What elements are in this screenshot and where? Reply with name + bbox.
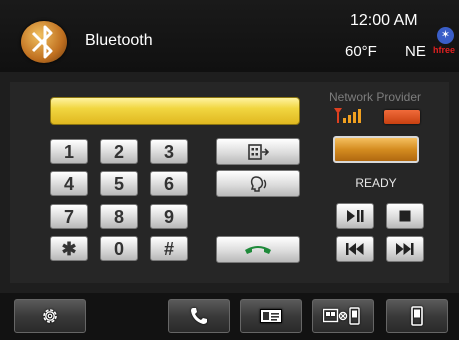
app-logo-icon[interactable] (21, 21, 67, 63)
previous-track-icon (346, 243, 364, 255)
stop-button[interactable] (386, 203, 424, 229)
stop-icon (399, 210, 411, 222)
previous-track-button[interactable] (336, 236, 374, 262)
pairing-tab-button[interactable] (312, 299, 374, 333)
key-7[interactable]: 7 (50, 204, 88, 229)
temperature: 60°F (345, 43, 377, 60)
dial-phone-icon (191, 308, 207, 324)
number-display[interactable] (50, 97, 300, 125)
bluetooth-phone-screen: Bluetooth 12:00 AM 60°F NE ✶ hfree 1 2 3… (0, 0, 459, 340)
bluetooth-status-text: hfree (433, 45, 456, 55)
connection-status: READY (355, 176, 397, 190)
key-hash[interactable]: # (150, 236, 188, 261)
mobile-tab-button[interactable] (386, 299, 448, 333)
mobile-phone-icon (411, 306, 423, 326)
play-pause-button[interactable] (336, 203, 374, 229)
network-provider-label: Network Provider (329, 90, 422, 104)
call-button[interactable] (216, 236, 300, 263)
key-3[interactable]: 3 (150, 139, 188, 164)
contact-card-icon (260, 309, 282, 323)
phonebook-button[interactable] (216, 138, 300, 165)
next-track-button[interactable] (386, 236, 424, 262)
key-0[interactable]: 0 (100, 236, 138, 261)
next-track-icon (396, 243, 414, 255)
key-6[interactable]: 6 (150, 171, 188, 196)
play-pause-icon (347, 210, 364, 222)
call-icon (245, 245, 271, 254)
operator-logo-icon (384, 110, 420, 124)
phonebook-icon (248, 143, 269, 160)
key-2[interactable]: 2 (100, 139, 138, 164)
gear-icon (43, 309, 57, 323)
key-8[interactable]: 8 (100, 204, 138, 229)
voice-dial-button[interactable] (216, 170, 300, 197)
contacts-tab-button[interactable] (240, 299, 302, 333)
app-title: Bluetooth (85, 32, 153, 49)
voice-dial-icon (250, 175, 267, 192)
key-4[interactable]: 4 (50, 171, 88, 196)
device-pairing-icon (323, 307, 360, 325)
operator-display (333, 136, 419, 163)
header-bar: Bluetooth 12:00 AM 60°F NE ✶ hfree (0, 0, 459, 72)
key-1[interactable]: 1 (50, 139, 88, 164)
bluetooth-icon: ✶ (437, 27, 454, 44)
compass-heading: NE (405, 43, 426, 60)
dial-tab-button[interactable] (168, 299, 230, 333)
signal-strength-icon (334, 108, 361, 123)
key-star[interactable]: ✱ (50, 236, 88, 261)
key-9[interactable]: 9 (150, 204, 188, 229)
clock: 12:00 AM (350, 12, 418, 29)
key-5[interactable]: 5 (100, 171, 138, 196)
bluetooth-status: ✶ hfree (433, 27, 457, 63)
settings-button[interactable] (14, 299, 86, 333)
